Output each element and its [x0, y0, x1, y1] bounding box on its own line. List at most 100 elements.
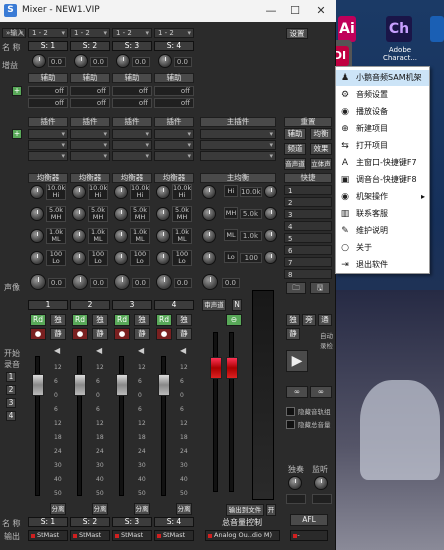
right-solo-button[interactable]: 独	[286, 314, 300, 326]
quick-slot-3[interactable]: 3	[284, 209, 332, 219]
output-select-2[interactable]: StMast	[70, 530, 110, 541]
eq-val-3-ml[interactable]: 1.0k ML	[130, 228, 150, 244]
menu-item-2[interactable]: ⚙ 音频设置	[336, 87, 429, 103]
monitor-knob[interactable]	[314, 476, 328, 490]
quick-slot-2[interactable]: 2	[284, 197, 332, 207]
bottom-name-1[interactable]: S: 1	[28, 517, 68, 527]
plugin-slot-1c[interactable]	[28, 151, 68, 161]
settings-button[interactable]: 设置	[286, 28, 308, 39]
desktop-icon-partial[interactable]: Ai	[338, 16, 356, 42]
master-plugin-slot-a[interactable]	[200, 129, 276, 139]
master-pan-val[interactable]: 0.0	[222, 278, 240, 288]
eq-knob-2-lo[interactable]	[72, 251, 86, 265]
master-eq-knob-ml-2[interactable]	[264, 229, 277, 242]
pan-knob-2[interactable]	[72, 274, 88, 290]
bank-button-3[interactable]: 3	[6, 398, 16, 408]
eq-val-3-mh[interactable]: 5.0k MH	[130, 206, 150, 222]
separate-button-4[interactable]: 分离	[176, 503, 192, 515]
eq-knob-1-ml[interactable]	[30, 229, 44, 243]
master-fader-cap-r[interactable]	[226, 357, 238, 379]
mute-button-3[interactable]: 静	[134, 328, 150, 340]
gain-value-1[interactable]: 0.0	[48, 57, 66, 67]
right-mute-button[interactable]: 静	[286, 328, 300, 340]
record-button-1[interactable]: ●	[30, 328, 46, 340]
record-arm-button-1[interactable]: Rd	[30, 314, 46, 326]
pan-knob-4[interactable]	[156, 274, 172, 290]
eq-val-1-hi[interactable]: 10.0k Hi	[46, 184, 66, 200]
minimize-button[interactable]: —	[259, 3, 283, 19]
right-pass2-button[interactable]: 通	[318, 314, 332, 326]
eq-val-4-mh[interactable]: 5.0k MH	[172, 206, 192, 222]
eq-knob-1-mh[interactable]	[30, 207, 44, 221]
eq-knob-3-lo[interactable]	[114, 251, 128, 265]
eq-knob-3-ml[interactable]	[114, 229, 128, 243]
save-button[interactable]: 🖫	[310, 282, 330, 294]
solo-button-4[interactable]: 独	[176, 314, 192, 326]
solo-volume-value[interactable]	[286, 494, 306, 504]
master-pan-mode-button[interactable]: 审声道	[202, 299, 226, 311]
mute-button-2[interactable]: 静	[92, 328, 108, 340]
eq-knob-2-mh[interactable]	[72, 207, 86, 221]
menu-item-10[interactable]: ✎ 维护说明	[336, 223, 429, 239]
loop-button[interactable]: ∞	[286, 386, 308, 398]
separate-button-2[interactable]: 分离	[92, 503, 108, 515]
separate-button-1[interactable]: 分离	[50, 503, 66, 515]
menu-item-5[interactable]: ⇆ 打开项目	[336, 138, 429, 154]
master-fader-track-l[interactable]	[213, 332, 218, 492]
eq-knob-4-hi[interactable]	[156, 185, 170, 199]
pan-val-2[interactable]: 0.0	[90, 278, 108, 288]
quick-slot-4[interactable]: 4	[284, 221, 332, 231]
record-arm-button-4[interactable]: Rd	[156, 314, 172, 326]
plugin-slot-1b[interactable]	[28, 140, 68, 150]
eq-val-3-lo[interactable]: 100 Lo	[130, 250, 150, 266]
plugin-slot-3c[interactable]	[112, 151, 152, 161]
master-fader-track-r[interactable]	[229, 332, 234, 492]
master-eq-knob-lo-2[interactable]	[264, 251, 277, 264]
plugin-slot-1a[interactable]	[28, 129, 68, 139]
master-n-button[interactable]: N	[232, 299, 242, 311]
master-link-button[interactable]: ⊖	[226, 314, 242, 326]
aux-send-1b[interactable]: off	[28, 98, 68, 108]
menu-item-7[interactable]: ▣ 调音台-快捷键F8	[336, 172, 429, 188]
eq-knob-4-ml[interactable]	[156, 229, 170, 243]
master-output-select[interactable]: Analog Ou..dio M)	[205, 530, 280, 541]
channel-fader-cap-3[interactable]	[116, 374, 128, 396]
bank-button-4[interactable]: 4	[6, 411, 16, 421]
eq-knob-1-lo[interactable]	[30, 251, 44, 265]
stereo-button[interactable]: 立体声	[310, 158, 332, 170]
pan-knob-1[interactable]	[30, 274, 46, 290]
record-button-3[interactable]: ●	[114, 328, 130, 340]
quick-slot-6[interactable]: 6	[284, 245, 332, 255]
bottom-name-3[interactable]: S: 3	[112, 517, 152, 527]
menu-item-3[interactable]: ◉ 播放设备	[336, 104, 429, 120]
input-select[interactable]: »输入	[2, 28, 26, 38]
eq-val-1-lo[interactable]: 100 Lo	[46, 250, 66, 266]
quick-slot-8[interactable]: 8	[284, 269, 332, 279]
channel-side-button[interactable]: 频道	[284, 143, 306, 155]
aux-send-2a[interactable]: off	[70, 86, 110, 96]
gain-value-3[interactable]: 0.0	[132, 57, 150, 67]
master-eq-val-lo[interactable]: 100	[240, 253, 262, 263]
master-eq-val-hi[interactable]: 10.0k	[240, 187, 262, 197]
plugin-slot-2b[interactable]	[70, 140, 110, 150]
quick-slot-1[interactable]: 1	[284, 185, 332, 195]
eq-val-2-ml[interactable]: 1.0k ML	[88, 228, 108, 244]
route-select-2[interactable]: 1 - 2	[70, 28, 110, 38]
afl-button[interactable]: AFL	[290, 514, 328, 526]
eq-val-4-hi[interactable]: 10.0k Hi	[172, 184, 192, 200]
bank-button-1[interactable]: 1	[6, 372, 16, 382]
channel-name-3[interactable]: S: 3	[112, 41, 152, 51]
effect-side-button[interactable]: 效果	[310, 143, 332, 155]
mute-button-1[interactable]: 静	[50, 328, 66, 340]
gain-value-2[interactable]: 0.0	[90, 57, 108, 67]
pan-val-1[interactable]: 0.0	[48, 278, 66, 288]
solo-button-3[interactable]: 独	[134, 314, 150, 326]
route-select-1[interactable]: 1 - 2	[28, 28, 68, 38]
record-button-4[interactable]: ●	[156, 328, 172, 340]
plugin-slot-4a[interactable]	[154, 129, 194, 139]
sound-channel-button[interactable]: 音声道	[284, 158, 306, 170]
plugin-slot-2a[interactable]	[70, 129, 110, 139]
menu-item-8[interactable]: ◉ 机架操作 ▸	[336, 189, 429, 205]
master-eq-knob-hi[interactable]	[202, 185, 216, 199]
pan-val-4[interactable]: 0.0	[174, 278, 192, 288]
